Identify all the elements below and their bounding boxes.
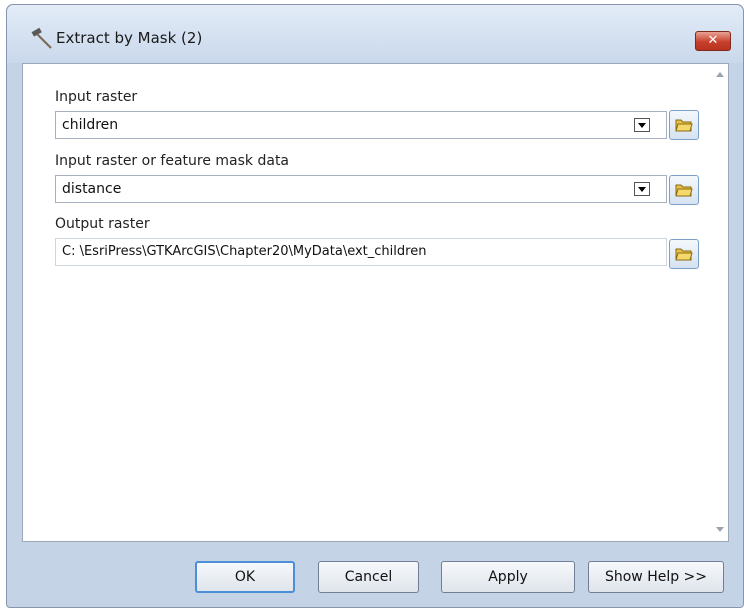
chevron-down-icon[interactable] <box>634 182 650 196</box>
mask-data-label: Input raster or feature mask data <box>55 153 290 169</box>
open-folder-icon <box>675 184 693 197</box>
input-raster-dropdown[interactable]: children <box>55 111 667 139</box>
scroll-up-icon[interactable] <box>715 70 725 80</box>
mask-data-browse-button[interactable] <box>669 175 699 205</box>
mask-data-value: distance <box>62 181 122 197</box>
scroll-down-icon[interactable] <box>715 525 725 535</box>
output-raster-label: Output raster <box>55 216 150 232</box>
input-raster-browse-button[interactable] <box>669 110 699 140</box>
parameters-panel: Input raster children Input raster or fe… <box>22 63 729 542</box>
close-button[interactable]: ✕ <box>695 31 731 51</box>
cancel-button[interactable]: Cancel <box>318 561 419 593</box>
dialog-window: Extract by Mask (2) ✕ Input raster child… <box>6 4 744 608</box>
close-icon: ✕ <box>707 33 719 48</box>
vertical-scrollbar[interactable] <box>712 64 728 541</box>
title-bar[interactable]: Extract by Mask (2) ✕ <box>7 5 743 63</box>
output-raster-browse-button[interactable] <box>669 239 699 269</box>
input-raster-label: Input raster <box>55 89 138 105</box>
output-raster-input[interactable]: C: \EsriPress\GTKArcGIS\Chapter20\MyData… <box>55 238 667 266</box>
apply-button[interactable]: Apply <box>441 561 575 593</box>
chevron-down-icon[interactable] <box>634 118 650 132</box>
window-title: Extract by Mask (2) <box>56 29 203 47</box>
ok-button[interactable]: OK <box>195 561 295 593</box>
open-folder-icon <box>675 119 693 132</box>
input-raster-value: children <box>62 117 119 133</box>
output-raster-value: C: \EsriPress\GTKArcGIS\Chapter20\MyData… <box>62 244 427 259</box>
open-folder-icon <box>675 248 693 261</box>
show-help-button[interactable]: Show Help >> <box>588 561 724 593</box>
hammer-tool-icon <box>29 27 55 51</box>
mask-data-dropdown[interactable]: distance <box>55 175 667 203</box>
